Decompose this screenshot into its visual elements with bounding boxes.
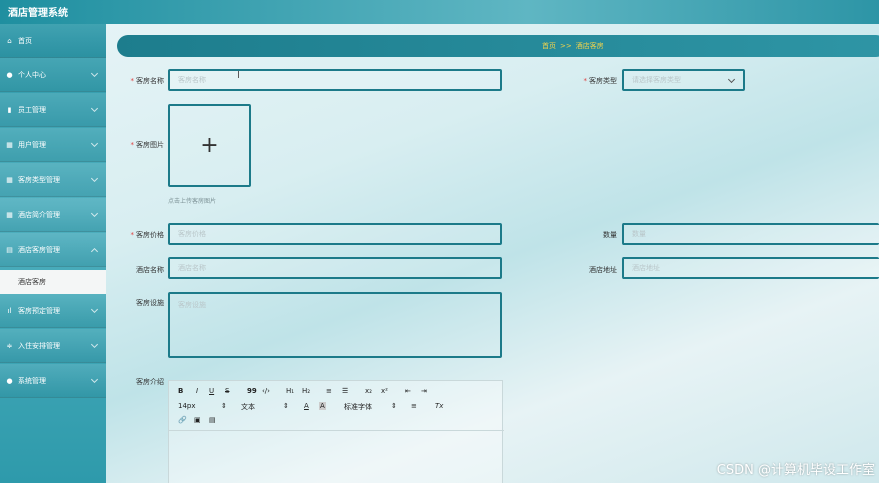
strike-button[interactable]: S bbox=[225, 387, 229, 395]
hotel-name-input[interactable]: 酒店名称 bbox=[168, 257, 502, 279]
home-icon: ⌂ bbox=[7, 36, 12, 45]
editor-toolbar: B I U S 99 ‹/› H₁ H₂ ≡ ☰ x₂ x² ⇤ ⇥ 14px … bbox=[169, 381, 504, 431]
plus-icon: + bbox=[200, 133, 219, 158]
room-type-label: * 客房类型 bbox=[583, 77, 618, 85]
sidebar-item-hotel-rooms[interactable]: ▤ 酒店客房管理 bbox=[0, 233, 106, 267]
chevron-down-icon bbox=[90, 104, 99, 113]
bar-chart-icon: ıl bbox=[7, 306, 12, 315]
chart-icon: ▮ bbox=[7, 105, 12, 114]
chevron-down-icon bbox=[90, 174, 99, 183]
outdent-button[interactable]: ⇤ bbox=[405, 387, 411, 395]
background-color-button[interactable]: A bbox=[319, 402, 326, 410]
user-icon: ● bbox=[6, 376, 13, 385]
video-icon[interactable]: ▤ bbox=[209, 416, 216, 424]
sidebar-item-label: 客房预定管理 bbox=[18, 306, 60, 315]
sidebar-item-room-types[interactable]: ▦ 客房类型管理 bbox=[0, 163, 106, 197]
room-image-label: * 客房图片 bbox=[130, 141, 165, 149]
sidebar-item-system[interactable]: ● 系统管理 bbox=[0, 364, 106, 398]
code-button[interactable]: ‹/› bbox=[262, 387, 270, 395]
room-name-label: * 客房名称 bbox=[130, 77, 165, 85]
intro-label: 客房介绍 bbox=[136, 378, 164, 386]
user-icon: ● bbox=[6, 70, 13, 79]
facilities-textarea[interactable]: 客房设施 bbox=[168, 292, 502, 358]
sliders-icon: ≑ bbox=[6, 341, 13, 350]
chevron-down-icon bbox=[727, 75, 736, 84]
link-icon[interactable]: 🔗 bbox=[178, 416, 187, 424]
font-color-button[interactable]: A bbox=[304, 402, 309, 410]
breadcrumb-separator: >> bbox=[560, 42, 572, 50]
sidebar-item-label: 系统管理 bbox=[18, 376, 46, 385]
sidebar-item-label: 个人中心 bbox=[18, 70, 46, 79]
chevron-down-icon bbox=[90, 375, 99, 384]
font-size-select[interactable]: 14px bbox=[178, 402, 196, 410]
sidebar: ⌂ 首页 ● 个人中心 ▮ 员工管理 ▦ 用户管理 ▦ 客房类型管理 ▦ 酒店简… bbox=[0, 24, 106, 483]
sidebar-item-label: 入住安排管理 bbox=[18, 341, 60, 350]
room-price-label: * 客房价格 bbox=[130, 231, 165, 239]
breadcrumb-current: 酒店客房 bbox=[575, 42, 604, 50]
hotel-address-label: 酒店地址 bbox=[589, 266, 617, 274]
sidebar-item-label: 用户管理 bbox=[18, 140, 46, 149]
hotel-address-input[interactable]: 酒店地址 bbox=[622, 257, 879, 279]
superscript-button[interactable]: x² bbox=[381, 387, 388, 395]
breadcrumb-home-link[interactable]: 首页 bbox=[542, 41, 556, 51]
sidebar-item-label: 员工管理 bbox=[18, 105, 46, 114]
chevron-down-icon bbox=[90, 340, 99, 349]
grid-icon: ▦ bbox=[6, 140, 13, 149]
list-icon: ▤ bbox=[6, 245, 13, 254]
sidebar-subitem-hotel-room[interactable]: 酒店客房 bbox=[0, 270, 106, 294]
sidebar-item-label: 酒店简介管理 bbox=[18, 210, 60, 219]
grid-icon: ▦ bbox=[6, 175, 13, 184]
sidebar-item-home[interactable]: ⌂ 首页 bbox=[0, 24, 106, 58]
sidebar-item-users[interactable]: ▦ 用户管理 bbox=[0, 128, 106, 162]
align-button[interactable]: ≡ bbox=[411, 402, 417, 410]
room-name-input[interactable]: 客房名称 bbox=[168, 69, 502, 91]
clear-format-button[interactable]: Tx bbox=[435, 402, 443, 410]
csdn-watermark: CSDN @计算机毕设工作室 bbox=[716, 463, 875, 478]
sidebar-subitem-label: 酒店客房 bbox=[18, 278, 46, 286]
chevron-updown-icon: ⇕ bbox=[391, 402, 397, 410]
room-price-input[interactable]: 客房价格 bbox=[168, 223, 502, 245]
quantity-input[interactable]: 数量 bbox=[622, 223, 879, 245]
chevron-down-icon bbox=[90, 209, 99, 218]
sidebar-item-bookings[interactable]: ıl 客房预定管理 bbox=[0, 294, 106, 328]
upload-hint: 点击上传客房图片 bbox=[168, 198, 217, 205]
italic-button[interactable]: I bbox=[196, 387, 198, 395]
sidebar-item-staff[interactable]: ▮ 员工管理 bbox=[0, 93, 106, 127]
text-style-select[interactable]: 文本 bbox=[241, 402, 255, 412]
h1-button[interactable]: H₁ bbox=[286, 387, 294, 395]
subscript-button[interactable]: x₂ bbox=[365, 387, 372, 395]
facilities-label: 客房设施 bbox=[136, 299, 164, 307]
bullet-list-button[interactable]: ☰ bbox=[342, 387, 348, 395]
image-icon[interactable]: ▣ bbox=[194, 416, 201, 424]
breadcrumb: 首页 >> 酒店客房 bbox=[117, 35, 879, 57]
app-title: 酒店管理系统 bbox=[8, 8, 68, 19]
text-cursor-icon: I bbox=[237, 70, 240, 81]
sidebar-item-checkin[interactable]: ≑ 入住安排管理 bbox=[0, 329, 106, 363]
grid-icon: ▦ bbox=[6, 210, 13, 219]
sidebar-item-profile[interactable]: ● 个人中心 bbox=[0, 58, 106, 92]
quantity-label: 数量 bbox=[603, 231, 617, 239]
chevron-updown-icon: ⇕ bbox=[283, 402, 289, 410]
image-upload-button[interactable]: + bbox=[168, 104, 251, 187]
sidebar-item-label: 酒店客房管理 bbox=[18, 245, 60, 254]
chevron-down-icon bbox=[90, 139, 99, 148]
quote-button[interactable]: 99 bbox=[247, 387, 257, 395]
chevron-up-icon bbox=[90, 247, 99, 256]
sidebar-item-label: 客房类型管理 bbox=[18, 175, 60, 184]
chevron-down-icon bbox=[90, 69, 99, 78]
ordered-list-button[interactable]: ≡ bbox=[326, 387, 332, 395]
indent-button[interactable]: ⇥ bbox=[421, 387, 427, 395]
rich-text-editor[interactable]: B I U S 99 ‹/› H₁ H₂ ≡ ☰ x₂ x² ⇤ ⇥ 14px … bbox=[168, 380, 504, 483]
chevron-updown-icon: ⇕ bbox=[221, 402, 227, 410]
top-header: 酒店管理系统 bbox=[0, 0, 879, 24]
font-family-select[interactable]: 标准字体 bbox=[344, 402, 372, 412]
underline-button[interactable]: U bbox=[209, 387, 214, 395]
room-type-select[interactable]: 请选择客房类型 bbox=[622, 69, 745, 91]
hotel-name-label: 酒店名称 bbox=[136, 266, 164, 274]
sidebar-item-label: 首页 bbox=[18, 36, 32, 45]
chevron-down-icon bbox=[90, 305, 99, 314]
bold-button[interactable]: B bbox=[178, 387, 183, 395]
sidebar-item-hotel-intro[interactable]: ▦ 酒店简介管理 bbox=[0, 198, 106, 232]
h2-button[interactable]: H₂ bbox=[302, 387, 310, 395]
